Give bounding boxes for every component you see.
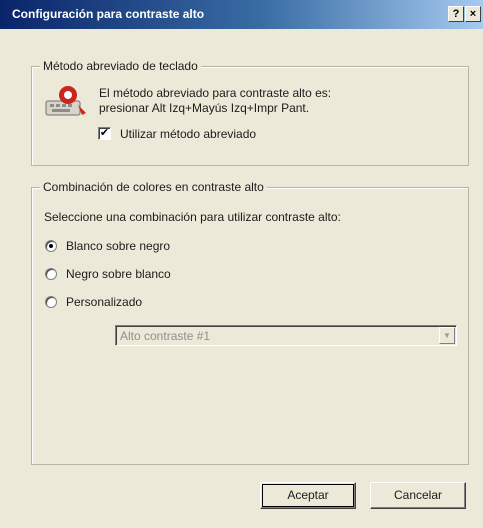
radio-custom[interactable] (45, 296, 57, 308)
use-shortcut-label[interactable]: Utilizar método abreviado (120, 127, 256, 141)
high-contrast-settings-dialog: Configuración para contraste alto ? × Mé… (0, 0, 483, 528)
shortcut-description-line2: presionar Alt Izq+Mayús Izq+Impr Pant. (99, 101, 310, 115)
custom-scheme-select-value: Alto contraste #1 (120, 329, 211, 343)
window-title: Configuración para contraste alto (12, 7, 205, 21)
radio-custom-label[interactable]: Personalizado (66, 295, 142, 309)
radio-black-on-white-label[interactable]: Negro sobre blanco (66, 267, 171, 281)
ok-button[interactable]: Aceptar (260, 482, 356, 509)
keyboard-shortcut-group: Método abreviado de teclado (31, 59, 469, 166)
color-scheme-prompt: Seleccione una combinación para utilizar… (44, 210, 341, 224)
title-bar: Configuración para contraste alto ? × (0, 0, 483, 29)
help-button[interactable]: ? (448, 6, 464, 22)
use-shortcut-checkbox[interactable]: ✔ (98, 127, 111, 140)
cancel-button[interactable]: Cancelar (370, 482, 466, 509)
keyboard-shortcut-group-legend: Método abreviado de teclado (40, 59, 201, 73)
radio-white-on-black[interactable] (45, 240, 57, 252)
accessibility-keyboard-icon (45, 86, 86, 116)
color-scheme-group-legend: Combinación de colores en contraste alto (40, 180, 267, 194)
shortcut-description-line1: El método abreviado para contraste alto … (99, 86, 332, 100)
radio-white-on-black-label[interactable]: Blanco sobre negro (66, 239, 170, 253)
custom-scheme-select[interactable]: Alto contraste #1 ▼ (115, 325, 457, 346)
chevron-down-icon[interactable]: ▼ (439, 327, 455, 344)
close-button[interactable]: × (465, 6, 481, 22)
radio-black-on-white[interactable] (45, 268, 57, 280)
